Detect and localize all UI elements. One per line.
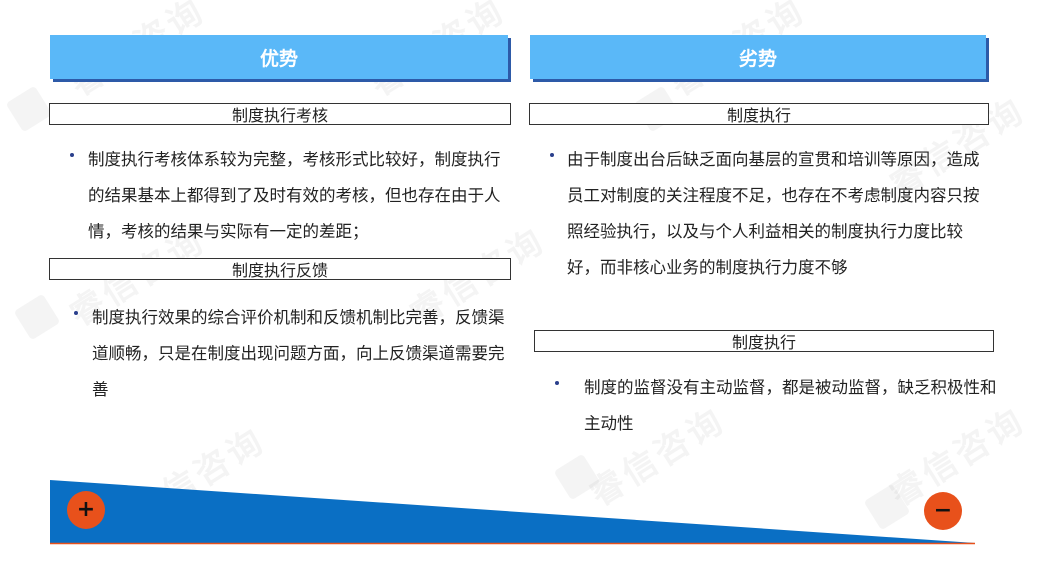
bullet-icon xyxy=(70,153,74,157)
strengths-header: 优势 xyxy=(50,35,508,79)
section-title: 制度执行 xyxy=(529,103,989,125)
list-item: 由于制度出台后缺乏面向基层的宣贯和培训等原因，造成员工对制度的关注程度不足，也存… xyxy=(550,142,990,286)
plus-icon: + xyxy=(67,491,105,529)
section-title: 制度执行考核 xyxy=(49,103,511,125)
watermark-logo-icon xyxy=(13,293,61,341)
list-item: 制度执行考核体系较为完整，考核形式比较好，制度执行的结果基本上都得到了及时有效的… xyxy=(70,142,510,250)
watermark-logo-icon xyxy=(5,85,53,133)
bullet-icon xyxy=(555,381,559,385)
list-item: 制度的监督没有主动监督，都是被动监督，缺乏积极性和主动性 xyxy=(555,370,997,442)
bullet-text: 制度执行效果的综合评价机制和反馈机制比完善，反馈渠道顺畅，只是在制度出现问题方面… xyxy=(92,308,505,399)
list-item: 制度执行效果的综合评价机制和反馈机制比完善，反馈渠道顺畅，只是在制度出现问题方面… xyxy=(74,300,510,408)
section-title: 制度执行反馈 xyxy=(49,258,511,280)
bullet-text: 制度的监督没有主动监督，都是被动监督，缺乏积极性和主动性 xyxy=(584,378,997,433)
watermark-logo-icon xyxy=(863,483,911,531)
bullet-icon xyxy=(74,311,78,315)
section-title: 制度执行 xyxy=(534,330,994,352)
weaknesses-header: 劣势 xyxy=(530,35,986,79)
bullet-icon xyxy=(550,153,554,157)
bullet-text: 制度执行考核体系较为完整，考核形式比较好，制度执行的结果基本上都得到了及时有效的… xyxy=(88,150,501,241)
watermark-logo-icon xyxy=(553,453,601,501)
watermark: 睿信咨询 xyxy=(122,420,273,535)
bullet-text: 由于制度出台后缺乏面向基层的宣贯和培训等原因，造成员工对制度的关注程度不足，也存… xyxy=(567,150,980,277)
minus-icon: − xyxy=(924,492,962,530)
